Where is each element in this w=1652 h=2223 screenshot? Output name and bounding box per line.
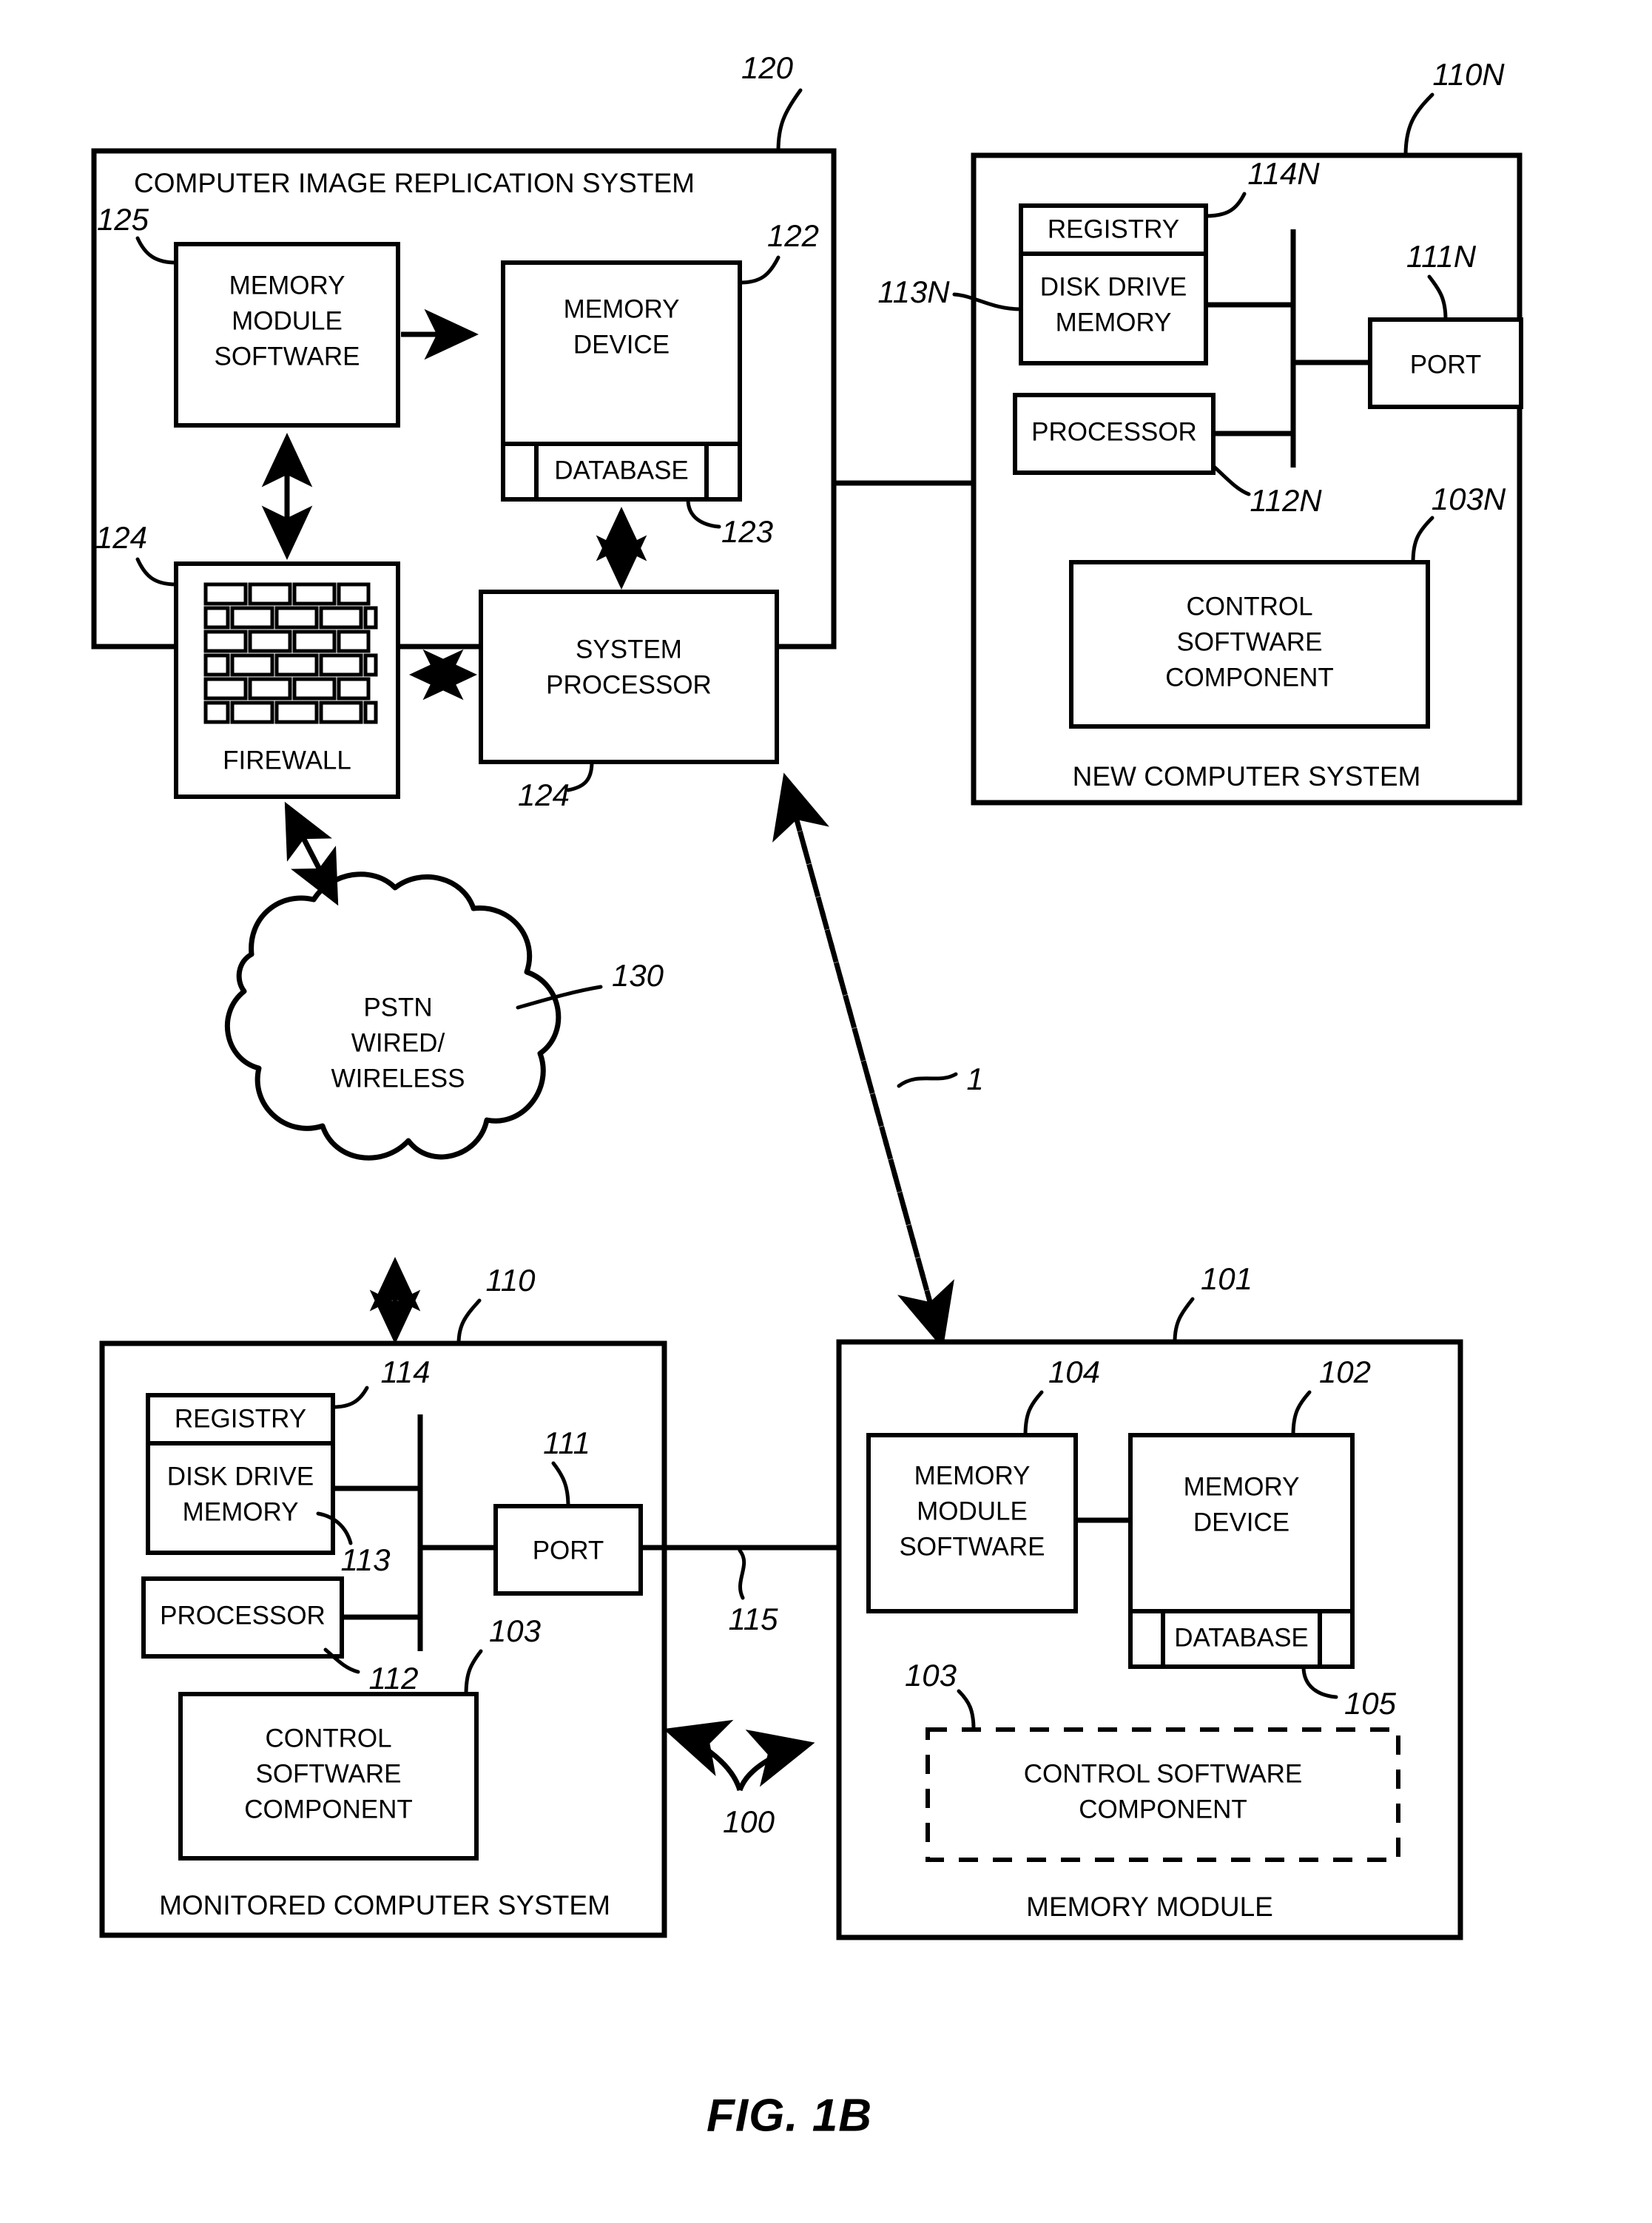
module-md-line1: MEMORY [1184, 1472, 1300, 1501]
ref-103: 103 [489, 1613, 541, 1648]
ref-101: 101 [1201, 1261, 1253, 1296]
ref-125: 125 [97, 202, 149, 237]
monitored-processor-label: PROCESSOR [160, 1601, 326, 1630]
replication-mms-line2: MODULE [232, 306, 343, 335]
lead-line-110 [456, 1298, 482, 1346]
ref-103N: 103N [1432, 482, 1506, 516]
ref-110N: 110N [1432, 57, 1505, 92]
computer-image-replication-system[interactable]: COMPUTER IMAGE REPLICATION SYSTEM 120 ME… [91, 50, 837, 812]
ref-114: 114 [381, 1355, 431, 1389]
replication-mms-line1: MEMORY [229, 271, 345, 300]
memory-module[interactable]: MEMORY MODULE 101 MEMORY MODULE SOFTWARE… [836, 1261, 1463, 1940]
new-port-label: PORT [1410, 350, 1482, 379]
replication-sp-line2: PROCESSOR [546, 670, 712, 699]
ref-105: 105 [1344, 1686, 1397, 1721]
new-csc-line1: CONTROL [1186, 592, 1312, 621]
ref-114N: 114N [1247, 156, 1320, 191]
new-ddm-line1: DISK DRIVE [1040, 272, 1187, 301]
ref-100: 100 [723, 1804, 775, 1839]
patent-figure-page: COMPUTER IMAGE REPLICATION SYSTEM 120 ME… [0, 0, 1652, 2223]
lead-line-1 [897, 1072, 958, 1088]
module-csc-line1: CONTROL SOFTWARE [1024, 1759, 1303, 1788]
module-mms-line2: MODULE [917, 1497, 1028, 1525]
ref-112N: 112N [1250, 483, 1322, 518]
module-mms-line3: SOFTWARE [899, 1532, 1045, 1561]
new-processor-label: PROCESSOR [1031, 417, 1197, 446]
ref-104: 104 [1048, 1355, 1100, 1389]
lead-line-115 [738, 1548, 746, 1600]
ref-120: 120 [741, 50, 794, 85]
ref-124-sysproc: 124 [518, 777, 570, 812]
module-database-label: DATABASE [1174, 1623, 1309, 1652]
new-ddm-line2: MEMORY [1056, 308, 1172, 337]
new-computer-system-title: NEW COMPUTER SYSTEM [1073, 761, 1421, 792]
figure-canvas: COMPUTER IMAGE REPLICATION SYSTEM 120 ME… [91, 50, 1523, 2141]
module-md-line2: DEVICE [1193, 1508, 1289, 1536]
arrow-100-left [663, 1719, 743, 1792]
ref-112: 112 [369, 1661, 419, 1696]
monitored-registry-label: REGISTRY [175, 1404, 306, 1433]
lead-line-110N [1403, 92, 1434, 158]
figure-caption: FIG. 1B [707, 2090, 872, 2141]
ref-110: 110 [486, 1263, 536, 1298]
arrow-100-right [737, 1729, 815, 1792]
ref-111N: 111N [1406, 239, 1477, 274]
ref-124-firewall: 124 [95, 520, 147, 555]
monitored-ddm-line2: MEMORY [183, 1497, 299, 1526]
replication-firewall-label: FIREWALL [223, 746, 351, 775]
monitored-port-label: PORT [533, 1536, 604, 1565]
new-csc-line2: SOFTWARE [1176, 627, 1322, 656]
monitored-csc-line3: COMPONENT [244, 1795, 413, 1824]
ref-130: 130 [612, 958, 664, 993]
replication-mms-line3: SOFTWARE [214, 342, 360, 371]
replication-sp-line1: SYSTEM [576, 635, 682, 664]
ref-123: 123 [721, 514, 773, 549]
monitored-system-title: MONITORED COMPUTER SYSTEM [159, 1890, 610, 1920]
monitored-computer-system[interactable]: MONITORED COMPUTER SYSTEM 110 REGISTRY 1… [99, 1263, 667, 1938]
lead-line-101 [1173, 1297, 1195, 1344]
new-registry-label: REGISTRY [1048, 215, 1179, 243]
replication-md-line2: DEVICE [573, 330, 670, 359]
replication-md-line1: MEMORY [564, 294, 680, 323]
cloud-line3: WIRELESS [331, 1064, 465, 1093]
lead-line-120 [776, 88, 803, 153]
ref-111: 111 [543, 1426, 590, 1460]
new-computer-system[interactable]: NEW COMPUTER SYSTEM 110N REGISTRY 114N D… [877, 57, 1523, 806]
dashed-link-to-replication [772, 772, 944, 1343]
cloud-line1: PSTN [363, 993, 432, 1022]
cloud-line2: WIRED/ [351, 1028, 445, 1057]
lead-line-124-sysproc [566, 760, 594, 792]
ref-122: 122 [767, 218, 819, 253]
ref-102: 102 [1319, 1355, 1371, 1389]
ref-1: 1 [966, 1062, 983, 1096]
monitored-csc-line1: CONTROL [265, 1724, 391, 1753]
ref-103-module: 103 [905, 1658, 957, 1693]
pstn-network-cloud[interactable]: PSTN WIRED/ WIRELESS 130 [224, 871, 664, 1161]
arrow-cloud-to-firewall [284, 801, 339, 903]
module-mms-line1: MEMORY [914, 1461, 1031, 1490]
replication-database-label: DATABASE [554, 456, 689, 485]
monitored-ddm-line1: DISK DRIVE [167, 1462, 314, 1491]
ref-113: 113 [341, 1542, 391, 1577]
ref-113N: 113N [877, 274, 950, 309]
memory-module-title: MEMORY MODULE [1026, 1892, 1273, 1922]
new-csc-line3: COMPONENT [1165, 663, 1334, 692]
dashed-link-to-memory-module [783, 779, 954, 1349]
ref-115: 115 [729, 1602, 779, 1636]
replication-system-title: COMPUTER IMAGE REPLICATION SYSTEM [134, 168, 695, 198]
monitored-csc-line2: SOFTWARE [255, 1759, 401, 1788]
module-csc-line2: COMPONENT [1079, 1795, 1247, 1824]
